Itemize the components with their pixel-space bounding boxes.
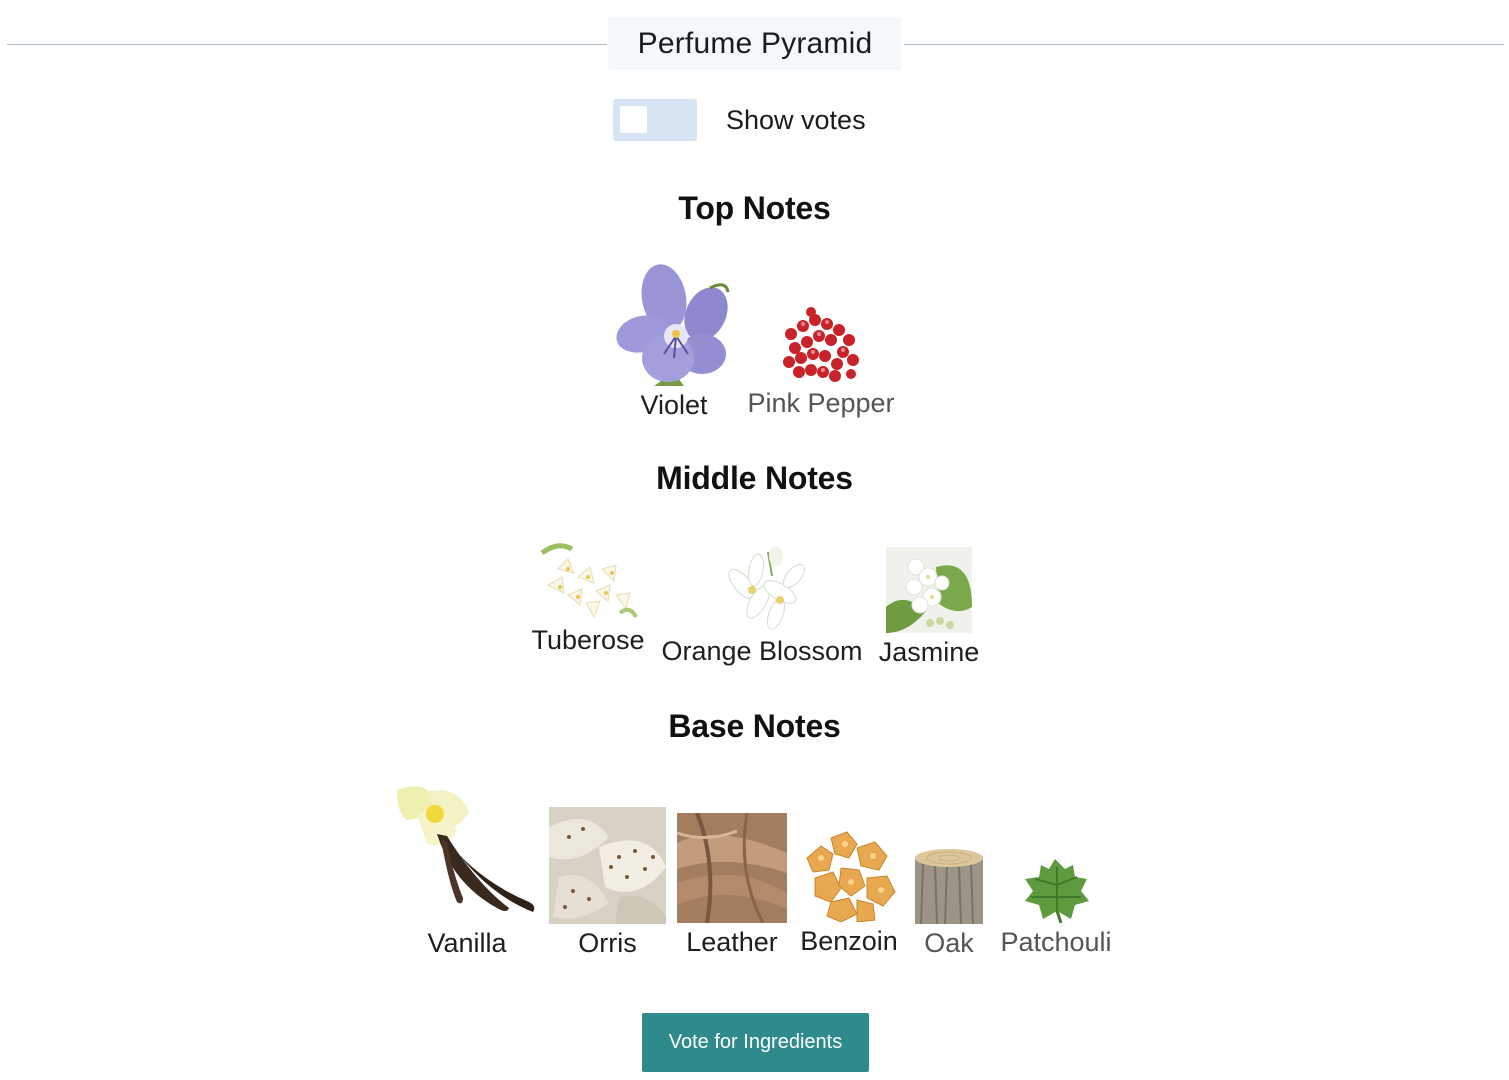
page-title: Perfume Pyramid [608, 17, 902, 70]
note-label: Pink Pepper [747, 388, 895, 418]
jasmine-flower-icon [886, 547, 972, 633]
note-pink-pepper[interactable]: Pink Pepper [744, 304, 898, 419]
note-label: Tuberose [531, 625, 645, 655]
note-orris[interactable]: Orris [549, 807, 666, 959]
middle-notes-heading: Middle Notes [656, 460, 853, 496]
base-notes-heading: Base Notes [668, 708, 841, 744]
note-tuberose[interactable]: Tuberose [528, 539, 648, 656]
note-label: Leather [686, 927, 778, 957]
note-orange-blossom[interactable]: Orange Blossom [658, 546, 866, 667]
note-label: Violet [640, 390, 708, 420]
note-vanilla[interactable]: Vanilla [397, 784, 537, 959]
title-rule-left [7, 44, 607, 45]
toggle-knob [620, 106, 647, 133]
note-label: Orris [578, 928, 637, 958]
orris-root-icon [549, 807, 666, 924]
top-notes-heading: Top Notes [678, 190, 831, 226]
note-label: Benzoin [800, 926, 898, 956]
show-votes-label: Show votes [726, 104, 866, 135]
violet-flower-icon [616, 264, 730, 386]
note-label: Oak [924, 928, 974, 958]
orange-blossom-icon [728, 546, 805, 630]
note-oak[interactable]: Oak [912, 848, 986, 959]
note-label: Orange Blossom [661, 636, 863, 666]
note-leather[interactable]: Leather [677, 813, 787, 958]
patchouli-leaf-icon [1025, 859, 1089, 923]
note-patchouli[interactable]: Patchouli [996, 855, 1116, 958]
leather-icon [677, 813, 787, 923]
title-row: Perfume Pyramid [7, 17, 1504, 71]
vote-for-ingredients-button[interactable]: Vote for Ingredients [642, 1013, 869, 1072]
tuberose-flower-icon [540, 543, 638, 619]
pink-pepper-icon [783, 307, 859, 382]
show-votes-toggle-row: Show votes [613, 99, 866, 141]
note-label: Vanilla [427, 928, 507, 958]
perfume-pyramid-page: Perfume Pyramid Show votes Top Notes Vio… [0, 0, 1509, 1080]
note-benzoin[interactable]: Benzoin [797, 828, 901, 957]
oak-log-icon [915, 849, 983, 924]
note-violet[interactable]: Violet [614, 262, 734, 421]
note-jasmine[interactable]: Jasmine [876, 547, 982, 668]
note-label: Patchouli [1000, 927, 1112, 957]
benzoin-resin-icon [806, 831, 896, 922]
title-rule-right [904, 44, 1504, 45]
vanilla-icon [397, 786, 535, 912]
show-votes-toggle[interactable] [613, 99, 697, 141]
note-label: Jasmine [878, 637, 980, 667]
